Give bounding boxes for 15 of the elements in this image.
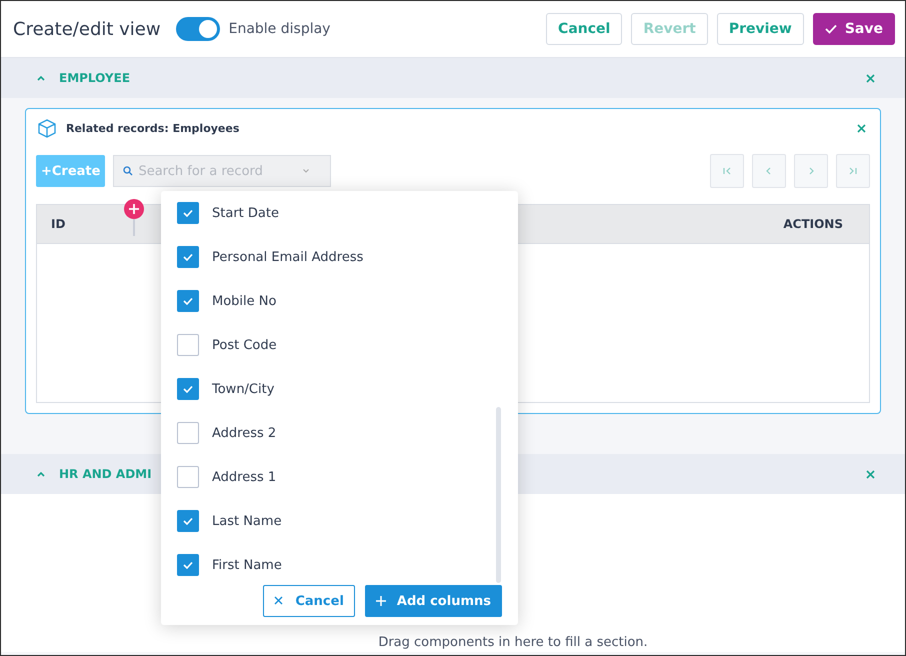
section-hint: Drag components in here to fill a section. — [378, 635, 648, 652]
checkbox-label: Post Code — [212, 338, 277, 352]
column-header: ID — [51, 217, 66, 231]
checkbox-label: Last Name — [212, 514, 282, 528]
column-header: ACTIONS — [783, 217, 843, 231]
checkbox-label: Start Date — [212, 206, 279, 220]
checkbox-label: Address 2 — [212, 426, 276, 440]
checkbox-label: First Name — [212, 558, 282, 572]
page-title: Create/edit view — [13, 18, 161, 40]
toggle-label: Enable display — [228, 21, 330, 37]
checkbox-label: Mobile No — [212, 294, 276, 308]
card-title: Related records: Employees — [66, 122, 240, 135]
checkbox-label: Personal Email Address — [212, 250, 364, 264]
checkbox-label: Address 1 — [212, 470, 276, 484]
checkbox-label: Town/City — [212, 382, 274, 396]
